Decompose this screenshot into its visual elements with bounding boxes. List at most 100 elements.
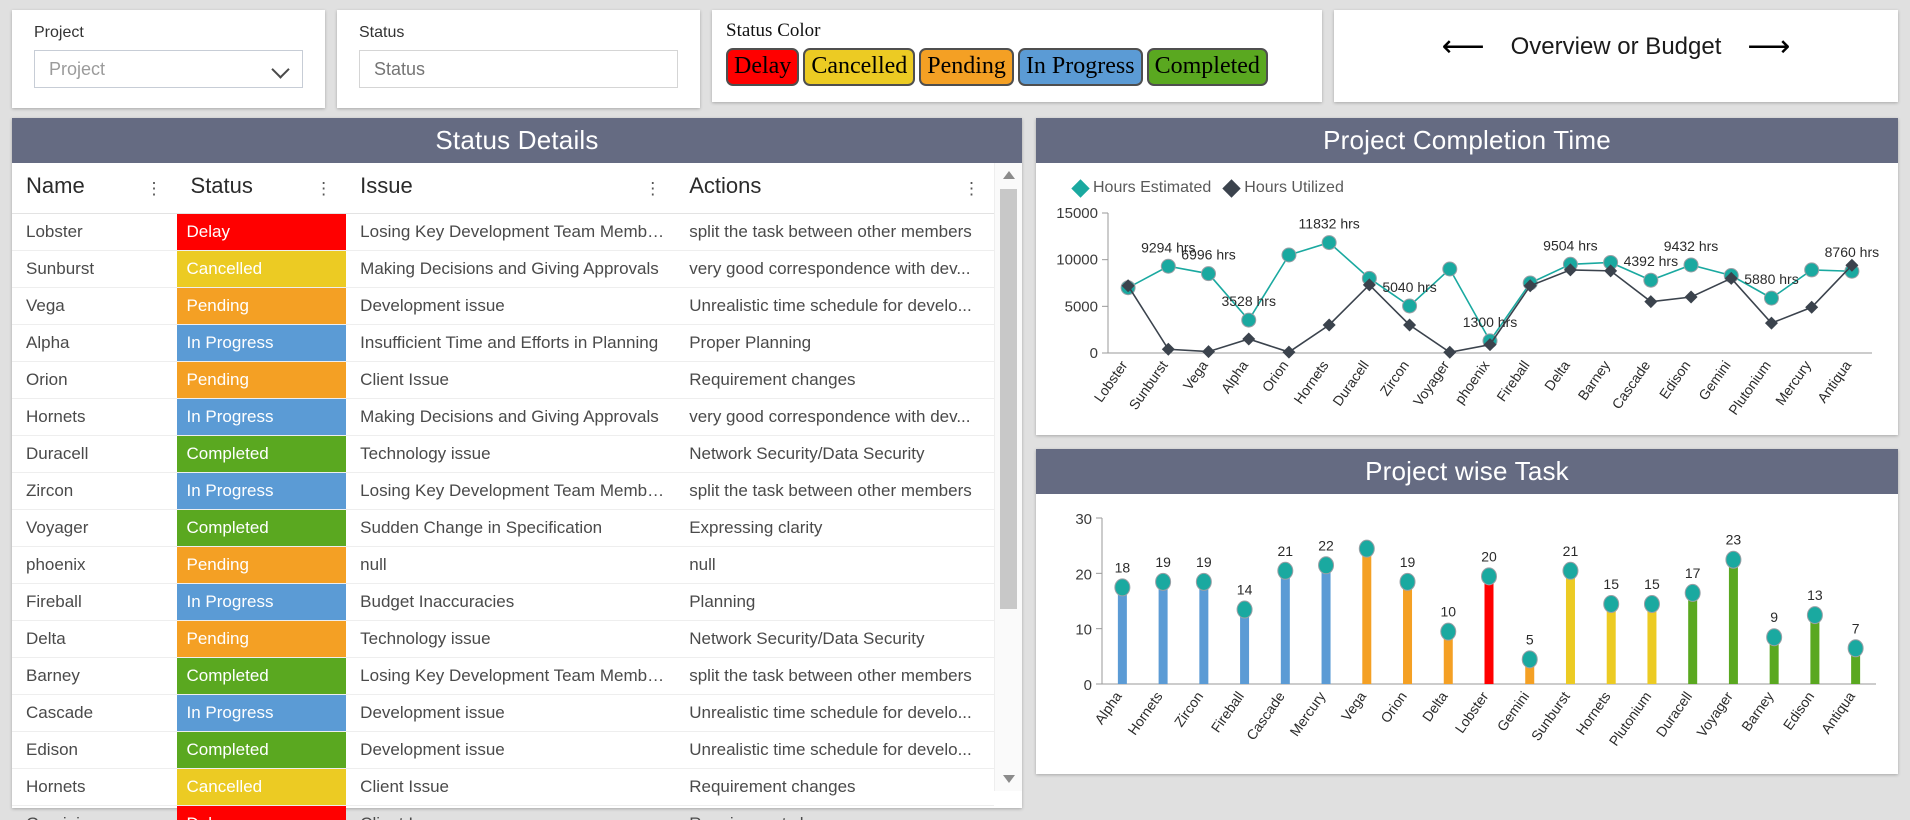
cell-issue: Losing Key Development Team Members [346, 472, 676, 510]
completion-time-legend: Hours Estimated Hours Utilized [1071, 178, 1888, 198]
cell-issue: Development issue [346, 287, 676, 325]
completion-time-chart: 0500010000150009294 hrs6996 hrs3528 hrs1… [1056, 205, 1879, 418]
cell-issue: Client Issue [346, 361, 676, 399]
svg-text:20: 20 [1075, 566, 1092, 583]
main-content: Status Details Name ⋮ Status ⋮ Issue ⋮ A… [0, 118, 1910, 820]
table-row[interactable]: Hornets In Progress Making Decisions and G… [12, 398, 994, 436]
arrow-right-icon[interactable]: ⟶ [1747, 32, 1790, 62]
svg-text:Gemini: Gemini [1695, 358, 1734, 404]
table-row[interactable]: Alpha In Progress Insufficient Time and Ef… [12, 324, 994, 362]
table-row[interactable]: Fireball In Progress Budget Inaccuracies Pl… [12, 583, 994, 621]
svg-text:3528 hrs: 3528 hrs [1221, 293, 1275, 309]
cell-name: Hornets [12, 768, 177, 806]
cell-actions: Network Security/Data Security [675, 620, 994, 658]
status-badge[interactable]: Completed [1146, 48, 1268, 86]
svg-text:7: 7 [1852, 620, 1860, 636]
svg-text:10: 10 [1440, 604, 1456, 620]
charts-column: Project Completion Time Hours Estimated … [1036, 118, 1898, 808]
status-chip: Cancelled [176, 251, 347, 287]
status-badge[interactable]: Pending [919, 48, 1014, 86]
view-switcher-card: ⟵ Overview or Budget ⟶ [1334, 10, 1898, 102]
svg-text:Zircon: Zircon [1171, 689, 1206, 730]
column-header-issue[interactable]: Issue ⋮ [346, 163, 676, 214]
scrollbar-thumb[interactable] [1000, 189, 1017, 609]
svg-text:5040 hrs: 5040 hrs [1382, 279, 1436, 295]
table-row[interactable]: Vega Pending Development issue Unrealistic … [12, 287, 994, 325]
table-scrollbar[interactable] [994, 163, 1022, 791]
cell-actions: Requirement changes [675, 361, 994, 399]
status-chip: Pending [176, 547, 347, 583]
status-chip: Pending [176, 362, 347, 398]
status-chip: Cancelled [176, 769, 347, 805]
project-wise-task-chart: 0 10 20 30 18 19 19 14 21 22 19 10 20 5 21 15 15 17 23 9 13 7… [1075, 511, 1876, 749]
svg-text:Cascade: Cascade [1608, 357, 1653, 412]
svg-text:11832 hrs: 11832 hrs [1299, 216, 1360, 232]
column-menu-icon[interactable]: ⋮ [315, 179, 332, 199]
column-menu-icon[interactable]: ⋮ [644, 179, 661, 199]
project-wise-task-panel: Project wise Task 0 10 20 30 18 19 19 14 21 22 19 1… [1036, 449, 1898, 774]
column-menu-icon[interactable]: ⋮ [146, 179, 163, 199]
column-header-status[interactable]: Status ⋮ [176, 163, 347, 214]
svg-text:Barney: Barney [1575, 358, 1614, 404]
cell-actions: very good correspondence with dev... [675, 398, 994, 436]
cell-name: Fireball [12, 583, 177, 621]
scroll-up-icon[interactable] [1003, 171, 1015, 179]
table-row[interactable]: Duracell Completed Technology issue Network… [12, 435, 994, 473]
column-header-name[interactable]: Name ⋮ [12, 163, 177, 214]
completion-time-panel: Project Completion Time Hours Estimated … [1036, 118, 1898, 435]
table-row[interactable]: Lobster Delay Losing Key Development Team … [12, 213, 994, 251]
status-chip: In Progress [176, 399, 347, 435]
column-label: Issue [360, 173, 413, 198]
project-select[interactable]: Project [34, 50, 303, 88]
svg-text:Cascade: Cascade [1243, 688, 1288, 743]
table-row[interactable]: Orion Pending Client Issue Requirement chan… [12, 361, 994, 399]
cell-actions: null [675, 546, 994, 584]
cell-status: In Progress [176, 472, 347, 510]
status-filter-label: Status [359, 24, 405, 41]
project-filter-label: Project [34, 24, 84, 41]
cell-actions: split the task between other members [675, 213, 994, 251]
svg-text:0: 0 [1090, 345, 1098, 362]
cell-name: Duracell [12, 435, 177, 473]
table-row[interactable]: phoenix Pending null null [12, 546, 994, 584]
cell-issue: Losing Key Development Team Members [346, 657, 676, 695]
status-chip: Completed [176, 510, 347, 546]
cell-issue: Technology issue [346, 435, 676, 473]
status-input[interactable] [359, 50, 678, 88]
svg-text:17: 17 [1685, 565, 1701, 581]
cell-actions: Planning [675, 583, 994, 621]
table-row[interactable]: Barney Completed Losing Key Development Te… [12, 657, 994, 695]
status-badge[interactable]: In Progress [1017, 48, 1143, 86]
table-row[interactable]: GeminiDelayClient IssueRequirement chang… [12, 805, 994, 820]
cell-issue: Insufficient Time and Efforts in Plannin… [346, 324, 676, 362]
svg-text:Fireball: Fireball [1208, 689, 1247, 736]
svg-text:6996 hrs: 6996 hrs [1181, 247, 1235, 263]
column-menu-icon[interactable]: ⋮ [963, 179, 980, 199]
svg-text:21: 21 [1563, 543, 1579, 559]
status-badge[interactable]: Delay [726, 48, 800, 86]
cell-name: Zircon [12, 472, 177, 510]
table-row[interactable]: Zircon In Progress Losing Key Development … [12, 472, 994, 510]
legend-item-hours-utilized[interactable]: Hours Utilized [1222, 178, 1344, 198]
svg-text:Lobster: Lobster [1452, 688, 1492, 736]
table-row[interactable]: Voyager Completed Sudden Change in Specifi… [12, 509, 994, 547]
column-header-actions[interactable]: Actions ⋮ [675, 163, 994, 214]
table-row[interactable]: Edison Completed Development issue Unrealis… [12, 731, 994, 769]
table-body: Lobster Delay Losing Key Development Team … [12, 213, 994, 820]
svg-text:Alpha: Alpha [1091, 688, 1125, 727]
table-row[interactable]: Delta Pending Technology issue Network Secu… [12, 620, 994, 658]
legend-item-hours-estimated[interactable]: Hours Estimated [1071, 178, 1211, 198]
table-row[interactable]: Cascade In Progress Development issue Unrea… [12, 694, 994, 732]
table-row[interactable]: Sunburst Cancelled Making Decisions and Gi… [12, 250, 994, 288]
svg-text:19: 19 [1400, 554, 1416, 570]
cell-status: Completed [176, 509, 347, 547]
arrow-left-icon[interactable]: ⟵ [1442, 32, 1485, 62]
cell-actions: Proper Planning [675, 324, 994, 362]
status-badge[interactable]: Cancelled [803, 48, 916, 86]
status-chip: Delay [176, 806, 347, 820]
status-details-title: Status Details [12, 118, 1022, 163]
status-badge-list: Delay Cancelled Pending In Progress Comp… [726, 48, 1308, 86]
cell-issue: Making Decisions and Giving Approvals [346, 398, 676, 436]
table-row[interactable]: Hornets Cancelled Client Issue Requirement … [12, 768, 994, 806]
scroll-down-icon[interactable] [1003, 775, 1015, 783]
